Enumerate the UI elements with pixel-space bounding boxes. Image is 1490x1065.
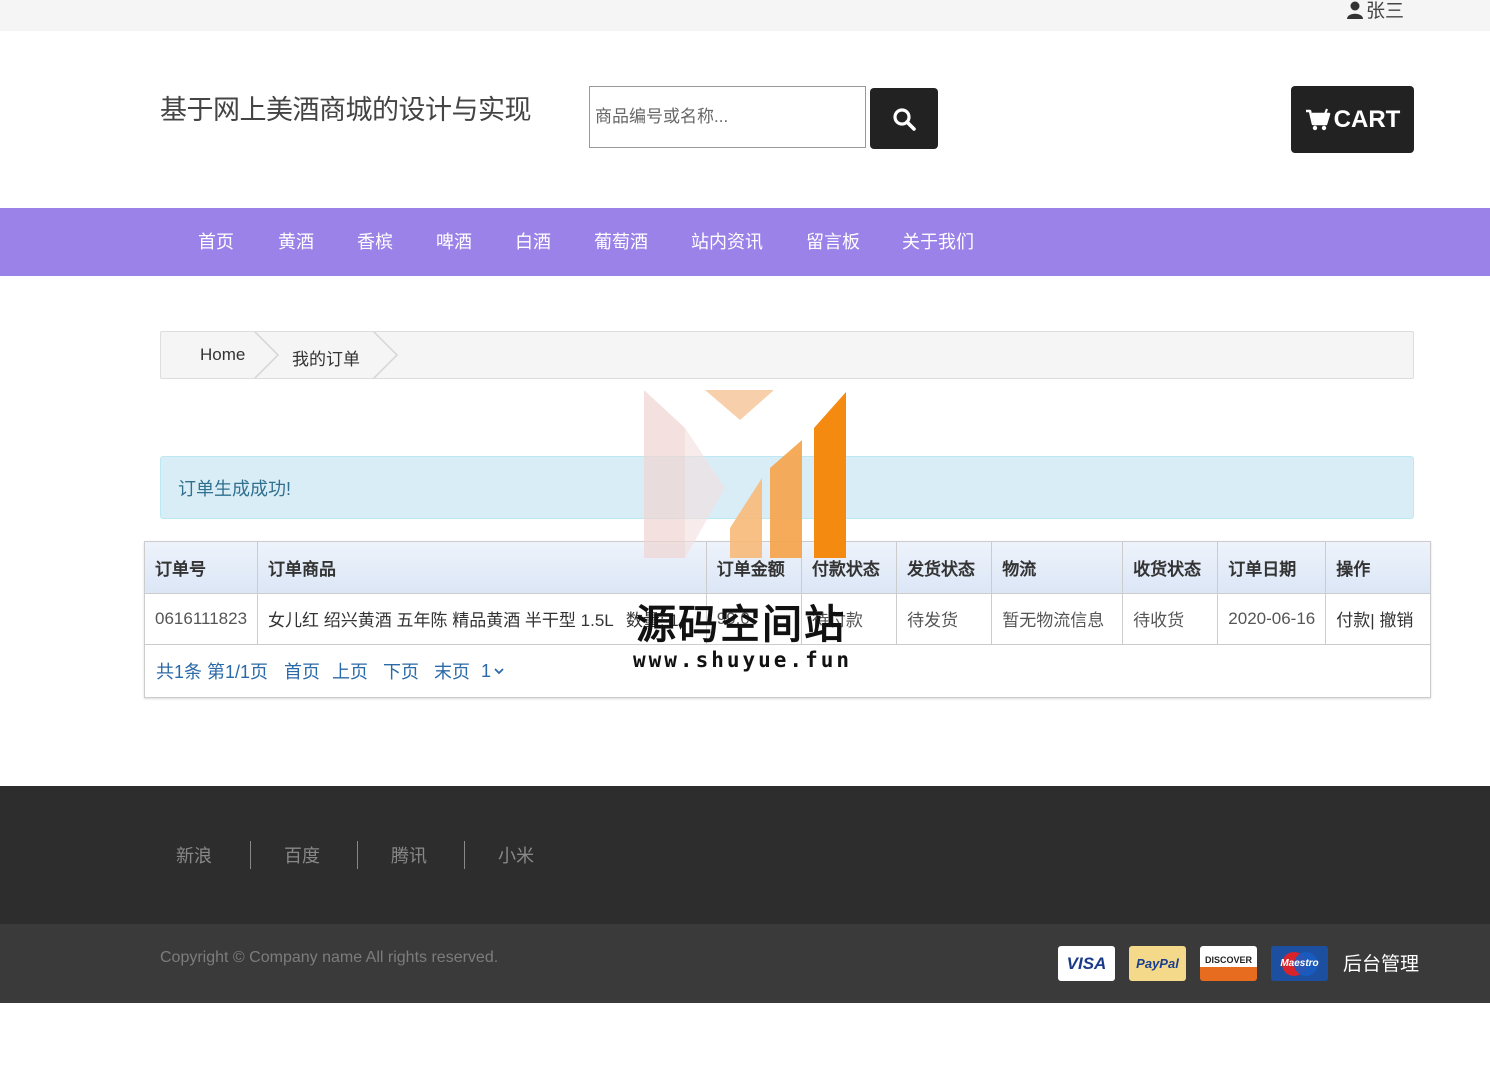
nav-item-news[interactable]: 站内资讯 (691, 228, 763, 254)
alert-message: 订单生成成功! (178, 479, 292, 499)
discover-icon: DISCOVER (1200, 946, 1257, 981)
nav-item-yellow-wine[interactable]: 黄酒 (278, 228, 314, 254)
pager-first[interactable]: 首页 (284, 658, 320, 684)
pager-last[interactable]: 末页 (434, 658, 470, 684)
nav-item-home[interactable]: 首页 (198, 228, 234, 254)
maestro-icon: Maestro (1271, 946, 1328, 981)
ship-status: 待发货 (896, 593, 993, 645)
order-actions: 付款| 撤销 (1325, 593, 1430, 645)
pager-next[interactable]: 下页 (383, 658, 419, 684)
user-menu[interactable]: 张三 (1346, 0, 1404, 23)
page-select-value: 1 (481, 660, 492, 681)
nav-item-guestbook[interactable]: 留言板 (806, 228, 860, 254)
nav-item-about[interactable]: 关于我们 (902, 228, 974, 254)
bottom-bar: Copyright © Company name All rights rese… (0, 924, 1490, 1003)
search-input[interactable] (589, 86, 866, 148)
main-nav: 首页 黄酒 香槟 啤酒 白酒 葡萄酒 站内资讯 留言板 关于我们 (0, 208, 1490, 276)
product-name: 女儿红 绍兴黄酒 五年陈 精品黄酒 半干型 1.5L (268, 611, 614, 630)
watermark-url: www.shuyue.fun (633, 648, 853, 672)
watermark-title: 源码空间站 (636, 603, 846, 647)
receive-status: 待收货 (1122, 593, 1219, 645)
pay-button[interactable]: 付款 (1336, 611, 1370, 630)
site-title: 基于网上美酒商城的设计与实现 (160, 95, 532, 125)
page-select[interactable]: 1 (481, 661, 504, 682)
footer-link-xiaomi[interactable]: 小米 (498, 842, 534, 868)
chevron-down-icon (494, 668, 504, 675)
col-amount: 订单金额 (706, 542, 802, 594)
copyright: Copyright © Company name All rights rese… (160, 949, 499, 966)
search-button[interactable] (870, 88, 938, 149)
col-actions: 操作 (1325, 542, 1430, 594)
footer: 新浪 百度 腾讯 小米 (0, 786, 1490, 924)
breadcrumb-current: 我的订单 (292, 350, 360, 369)
breadcrumb: Home 我的订单 (160, 331, 1414, 379)
col-ship-status: 发货状态 (896, 542, 993, 594)
col-order-no: 订单号 (145, 542, 259, 594)
footer-divider (357, 841, 358, 869)
order-no: 0616111823 (145, 593, 259, 645)
col-pay-status: 付款状态 (801, 542, 898, 594)
col-logistics: 物流 (991, 542, 1124, 594)
col-products: 订单商品 (257, 542, 707, 594)
nav-item-champagne[interactable]: 香槟 (357, 228, 393, 254)
cart-button[interactable]: CART (1291, 86, 1414, 153)
visa-icon: VISA (1058, 946, 1115, 981)
breadcrumb-separator-icon (253, 332, 280, 378)
footer-link-tencent[interactable]: 腾讯 (391, 842, 427, 868)
nav-item-wine[interactable]: 葡萄酒 (594, 228, 648, 254)
pager-summary: 共1条 第1/1页 (156, 662, 269, 682)
nav-item-baijiu[interactable]: 白酒 (515, 228, 551, 254)
user-icon (1346, 1, 1363, 19)
top-bar: 张三 (0, 0, 1490, 31)
footer-divider (250, 841, 251, 869)
admin-link[interactable]: 后台管理 (1343, 949, 1419, 976)
cart-label: CART (1333, 105, 1401, 133)
breadcrumb-separator-icon (372, 332, 399, 378)
order-date: 2020-06-16 (1217, 593, 1327, 645)
col-date: 订单日期 (1217, 542, 1327, 594)
search-icon (893, 107, 916, 131)
cancel-button[interactable]: 撤销 (1379, 611, 1413, 630)
nav-item-beer[interactable]: 啤酒 (436, 228, 472, 254)
breadcrumb-home[interactable]: Home (200, 345, 245, 365)
cart-icon (1305, 108, 1330, 130)
pager-prev[interactable]: 上页 (332, 658, 368, 684)
footer-divider (464, 841, 465, 869)
logistics: 暂无物流信息 (991, 593, 1124, 645)
footer-link-baidu[interactable]: 百度 (284, 842, 320, 868)
paypal-icon: PayPal (1129, 946, 1186, 981)
table-header-row: 订单号 订单商品 订单金额 付款状态 发货状态 物流 收货状态 订单日期 操作 (145, 542, 1430, 594)
col-receive-status: 收货状态 (1122, 542, 1219, 594)
user-name: 张三 (1365, 1, 1404, 22)
success-alert: 订单生成成功! (160, 456, 1414, 519)
pagination: 共1条 第1/1页 首页 上页 下页 末页 1 (156, 658, 504, 684)
footer-link-sina[interactable]: 新浪 (176, 842, 212, 868)
